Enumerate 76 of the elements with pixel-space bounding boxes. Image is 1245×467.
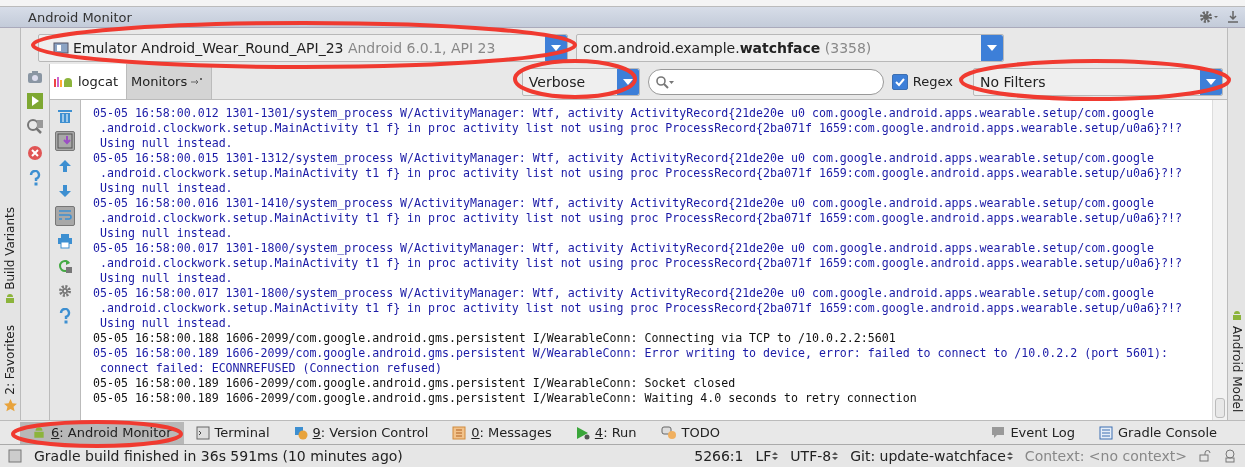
panel-tab[interactable]: Monitors — [127, 64, 213, 99]
caret-position[interactable]: 5266:1 — [694, 448, 744, 464]
status-message: Gradle build finished in 36s 591ms (10 minutes ago) — [34, 448, 403, 464]
log-line: Using null instead. — [98, 271, 233, 286]
log-line: Using null instead. — [98, 316, 233, 331]
close-icon[interactable] — [27, 145, 43, 161]
device-icon — [53, 41, 69, 54]
screen-record-icon[interactable] — [26, 118, 44, 136]
hide-icon[interactable] — [1227, 10, 1239, 24]
version-control-icon — [293, 425, 308, 440]
line-separator-selector[interactable]: LF — [755, 448, 779, 464]
settings-icon[interactable] — [1199, 10, 1219, 24]
log-line: Using null instead. — [98, 226, 233, 241]
print-icon[interactable] — [55, 231, 75, 251]
encoding-selector[interactable]: UTF-8 — [790, 448, 839, 464]
filter-dropdown[interactable]: No Filters — [973, 67, 1223, 96]
log-line: 05-05 16:58:00.017 1301-1800/system_process W/ActivityManager: Wtf, activity ActivityRecord{21de20e u0 com.google.android.apps.wearable.setup/com.google — [93, 286, 1154, 301]
terminal-icon — [195, 425, 210, 440]
tool-window-tab[interactable]: Event Log — [979, 421, 1087, 444]
tool-window-tab[interactable]: 0: Messages — [440, 421, 564, 444]
log-line: 05-05 16:58:00.189 1606-2099/com.google.android.gms.persistent I/WearableConn: Waiting 4.0 seconds to retry connection — [93, 391, 917, 406]
scrollbar[interactable] — [1212, 100, 1227, 420]
wrap-icon[interactable] — [55, 206, 75, 226]
tool-window-tab[interactable]: Android Model — [1229, 325, 1244, 412]
checkbox[interactable] — [891, 73, 908, 90]
git-branch-selector[interactable]: Git: update-watchface — [850, 448, 1013, 464]
log-line: 05-05 16:58:00.015 1301-1312/system_process W/ActivityManager: Wtf, activity ActivityRecord{21de20e u0 com.google.android.apps.wearable.setup/com.google — [93, 151, 1154, 166]
window-title: Android Monitor — [28, 9, 132, 25]
log-line: .android.clockwork.setup.MainActivity t1 f} in proc activity list not using proc ProcessRecord{2ba071f 1659:com.google.android.apps.wearable.setup/u0a6}?!? — [98, 166, 1182, 181]
process-dropdown[interactable]: com.android.example.watchface (3358) — [576, 33, 1004, 62]
speech-bubble-icon — [991, 425, 1006, 440]
tool-window-tab[interactable]: 2: Favorites — [3, 325, 17, 395]
camera-icon[interactable] — [27, 70, 43, 84]
tool-window-tab[interactable]: 9: Version Control — [281, 421, 441, 444]
log-line: Using null instead. — [98, 136, 233, 151]
tool-windows-icon[interactable] — [8, 449, 22, 463]
log-line: 05-05 16:58:00.012 1301-1301/system_process W/ActivityManager: Wtf, activity ActivityRecord{21de20e u0 com.google.android.apps.wearable.setup/com.google — [93, 106, 1154, 121]
log-line: 05-05 16:58:00.189 1606-2099/com.google.android.gms.persistent W/WearableConn: Error writing to device, error: failed to connect to /10.0.2.2 (port 5601): — [93, 346, 1168, 361]
log-line: 05-05 16:58:00.188 1606-2099/com.google.android.gms.persistent I/WearableConn: Connecting via TCP to /10.0.2.2:5601 — [93, 331, 896, 346]
tool-window-tab[interactable]: Build Variants — [3, 206, 17, 290]
log-line: 05-05 16:58:00.016 1301-1410/system_process W/ActivityManager: Wtf, activity ActivityRecord{21de20e u0 com.google.android.apps.wearable.setup/com.google — [93, 196, 1154, 211]
sort-arrows-icon — [772, 451, 779, 461]
log-line: 05-05 16:58:00.189 1606-2099/com.google.android.gms.persistent I/WearableConn: Socket closed — [93, 376, 736, 391]
play-icon[interactable] — [27, 93, 43, 109]
messages-icon — [452, 425, 467, 440]
log-line: .android.clockwork.setup.MainActivity t1 f} in proc activity list not using proc ProcessRecord{2ba071f 1659:com.google.android.apps.wearable.setup/u0a6}?!? — [98, 301, 1182, 316]
search-icon — [654, 74, 675, 89]
log-line: .android.clockwork.setup.MainActivity t1 f} in proc activity list not using proc ProcessRecord{2ba071f 1659:com.google.android.apps.wearable.setup/u0a6}?!? — [98, 256, 1182, 271]
tool-window-tab[interactable]: 4: Run — [563, 421, 649, 444]
sort-arrows-icon — [1006, 451, 1013, 461]
star-icon — [3, 399, 17, 412]
log-line: Using null instead. — [98, 181, 233, 196]
search-field[interactable] — [647, 68, 884, 95]
android-icon — [1230, 309, 1243, 322]
panel-tab[interactable]: logcat — [50, 64, 128, 99]
sort-arrows-icon — [832, 451, 839, 461]
todo-icon — [660, 425, 677, 440]
log-line: .android.clockwork.setup.MainActivity t1 f} in proc activity list not using proc ProcessRecord{2ba071f 1659:com.google.android.apps.wearable.setup/u0a6}?!? — [98, 211, 1182, 226]
console-icon — [1099, 425, 1113, 440]
tool-window-tab[interactable]: TODO — [648, 421, 732, 444]
logcat-icon — [54, 75, 74, 88]
context-indicator: Context: <no context> — [1024, 448, 1187, 464]
android-icon — [4, 293, 16, 306]
tool-window-tab[interactable]: Terminal — [183, 421, 282, 444]
log-line: .android.clockwork.setup.MainActivity t1 f} in proc activity list not using proc ProcessRecord{2ba071f 1659:com.google.android.apps.wearable.setup/u0a6}?!? — [98, 121, 1182, 136]
device-dropdown[interactable]: Emulator Android_Wear_Round_API_23 Android 6.0.1, API 23 — [38, 33, 568, 62]
tool-window-tab[interactable]: Gradle Console — [1087, 421, 1229, 444]
scroll-end-icon[interactable] — [55, 131, 75, 151]
log-line: connect failed: ECONNREFUSED (Connection refused) — [98, 361, 442, 376]
lock-icon[interactable] — [1199, 450, 1211, 462]
arrow-icon — [191, 77, 204, 86]
run-icon — [575, 425, 590, 440]
android-icon — [32, 425, 46, 440]
log-line: 05-05 16:58:00.017 1301-1800/system_process W/ActivityManager: Wtf, activity ActivityRecord{21de20e u0 com.google.android.apps.wearable.setup/com.google — [93, 241, 1154, 256]
help-icon[interactable] — [29, 170, 41, 186]
checkbox-label: Regex — [912, 74, 953, 89]
